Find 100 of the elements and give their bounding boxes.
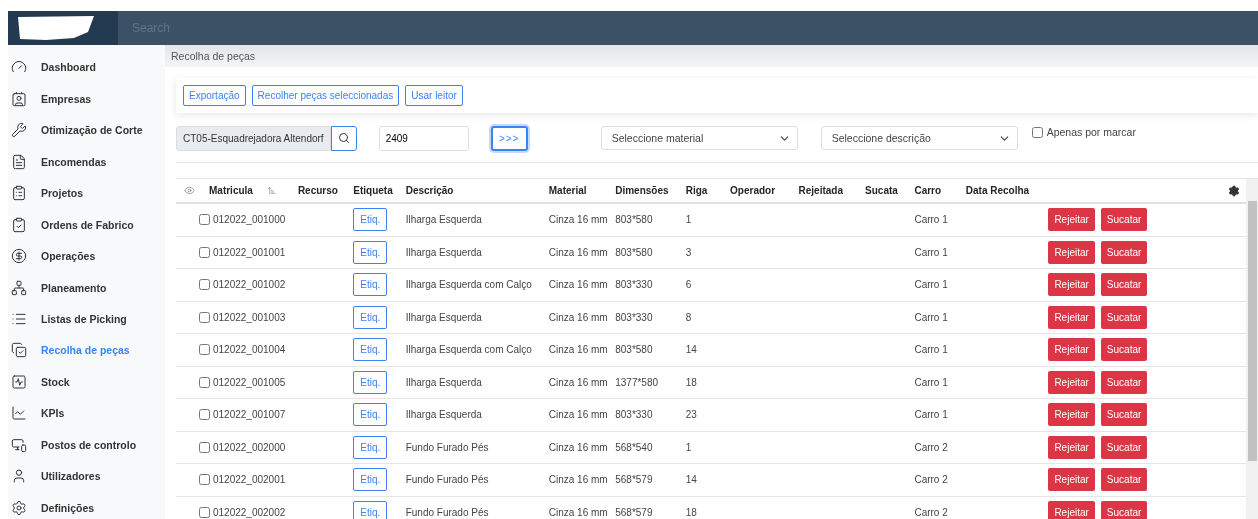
action-button[interactable]: Sucatar — [1100, 468, 1148, 492]
toolbar-button[interactable]: Exportação — [183, 85, 246, 106]
action-button[interactable]: Sucatar — [1100, 403, 1148, 427]
toolbar-button[interactable]: Recolher peças seleccionadas — [251, 85, 400, 106]
action-button[interactable]: Rejeitar — [1048, 208, 1095, 232]
number-field[interactable]: 2409 — [378, 125, 469, 151]
material-select[interactable]: Seleccione material — [600, 126, 798, 150]
menu-icon — [11, 153, 27, 170]
menu-icon — [11, 436, 27, 453]
label-button[interactable]: Etiq. — [353, 305, 388, 329]
table-cell: Ilharga Esquerda com Calço — [405, 279, 532, 291]
menu-icon — [11, 216, 27, 233]
label-button[interactable]: Etiq. — [353, 468, 388, 492]
column-header: Riga — [685, 185, 708, 196]
sidebar-item[interactable]: Operações — [8, 244, 165, 268]
action-button[interactable]: Rejeitar — [1048, 305, 1095, 329]
menu-icon — [11, 342, 27, 359]
table-cell: 14 — [685, 344, 697, 356]
action-button[interactable]: Sucatar — [1100, 240, 1148, 264]
action-button[interactable]: Rejeitar — [1048, 468, 1095, 492]
table-cell: 803*330 — [615, 409, 653, 421]
table-cell: 803*330 — [615, 311, 653, 323]
table-cell: Cinza 16 mm — [548, 246, 608, 258]
action-button[interactable]: Sucatar — [1100, 435, 1148, 459]
table-cell: 012022_001005 — [213, 376, 286, 388]
checkbox[interactable] — [1031, 126, 1043, 138]
label-button[interactable]: Etiq. — [353, 435, 388, 459]
menu-icon — [11, 405, 27, 422]
sidebar-item[interactable]: Utilizadores — [8, 465, 165, 488]
sidebar-item[interactable]: Empresas — [8, 87, 165, 110]
action-button[interactable]: Sucatar — [1100, 338, 1148, 362]
label-button[interactable]: Etiq. — [353, 500, 388, 519]
sidebar-item[interactable]: KPIs — [8, 402, 165, 425]
action-button[interactable]: Sucatar — [1100, 305, 1148, 329]
row-checkbox[interactable] — [199, 376, 210, 388]
table-cell: Cinza 16 mm — [548, 441, 608, 453]
label-button[interactable]: Etiq. — [353, 208, 388, 232]
resource-field[interactable]: CT05-Esquadrejadora Altendorf — [176, 125, 331, 151]
table-cell: Cinza 16 mm — [548, 376, 608, 388]
toolbar-button[interactable]: Usar leitor — [405, 85, 463, 106]
action-button[interactable]: Rejeitar — [1048, 500, 1095, 519]
label-button[interactable]: Etiq. — [353, 240, 388, 264]
sidebar-item[interactable]: Postos de controlo — [8, 433, 165, 457]
row-checkbox[interactable] — [199, 311, 210, 323]
column-header[interactable]: Matricula — [209, 185, 253, 196]
column-header: Data Recolha — [965, 185, 1030, 196]
row-checkbox[interactable] — [199, 246, 210, 258]
description-select[interactable]: Seleccione descrição — [820, 126, 1018, 150]
action-button[interactable]: Rejeitar — [1048, 370, 1095, 394]
sidebar-item[interactable]: Ordens de Fabrico — [8, 213, 165, 236]
action-button[interactable]: Rejeitar — [1048, 435, 1095, 459]
table-cell: Fundo Furado Pés — [405, 441, 489, 453]
label-button[interactable]: Etiq. — [353, 338, 388, 362]
table-cell: 14 — [685, 474, 697, 486]
sidebar-item[interactable]: Projetos — [8, 181, 165, 205]
label-button[interactable]: Etiq. — [353, 273, 388, 297]
sidebar-item[interactable]: Definições — [8, 496, 165, 519]
action-button[interactable]: Sucatar — [1100, 208, 1148, 232]
sidebar-item[interactable]: Encomendas — [8, 150, 165, 173]
table-cell: Fundo Furado Pés — [405, 474, 489, 486]
row-checkbox[interactable] — [199, 214, 210, 226]
action-button[interactable]: Sucatar — [1100, 370, 1148, 394]
sidebar-item[interactable]: Recolha de peças — [8, 339, 165, 362]
action-button[interactable]: Rejeitar — [1048, 338, 1095, 362]
label-button[interactable]: Etiq. — [353, 403, 388, 427]
sidebar-item[interactable]: Dashboard — [8, 56, 165, 79]
row-checkbox[interactable] — [199, 409, 210, 421]
table-cell: 803*580 — [615, 214, 653, 226]
row-checkbox[interactable] — [199, 506, 210, 518]
table-cell: 012022_001001 — [213, 246, 286, 258]
table-cell: Ilharga Esquerda — [405, 246, 482, 258]
table-cell: Carro 1 — [914, 214, 948, 226]
row-checkbox[interactable] — [199, 474, 210, 486]
table-cell: 803*330 — [615, 279, 653, 291]
row-checkbox[interactable] — [199, 344, 210, 356]
action-button[interactable]: Sucatar — [1100, 273, 1148, 297]
column-header: Recurso — [297, 185, 338, 196]
column-header: Carro — [914, 185, 942, 196]
sidebar-item[interactable]: Listas de Picking — [8, 307, 165, 331]
row-checkbox[interactable] — [199, 441, 210, 453]
table-cell: 012022_002000 — [213, 441, 286, 453]
action-button[interactable]: Rejeitar — [1048, 273, 1095, 297]
settings-icon[interactable] — [1228, 185, 1240, 197]
sidebar-item[interactable]: Otimização de Corte — [8, 118, 165, 142]
column-header: Operador — [730, 185, 776, 196]
action-button[interactable]: Rejeitar — [1048, 240, 1095, 264]
action-button[interactable]: Sucatar — [1100, 500, 1148, 519]
table-cell: 18 — [685, 376, 697, 388]
table-cell: Cinza 16 mm — [548, 409, 608, 421]
only-unmarked-checkbox[interactable]: Apenas por marcar — [1031, 126, 1136, 138]
menu-icon — [11, 373, 27, 390]
search-button[interactable] — [330, 125, 357, 151]
sidebar-item[interactable]: Planeamento — [8, 276, 165, 299]
sidebar-item[interactable]: Stock — [8, 370, 165, 394]
row-checkbox[interactable] — [199, 279, 210, 291]
menu-icon — [11, 185, 27, 202]
table-cell: 568*540 — [615, 441, 653, 453]
go-button[interactable]: >>> — [490, 125, 528, 151]
action-button[interactable]: Rejeitar — [1048, 403, 1095, 427]
label-button[interactable]: Etiq. — [353, 370, 388, 394]
